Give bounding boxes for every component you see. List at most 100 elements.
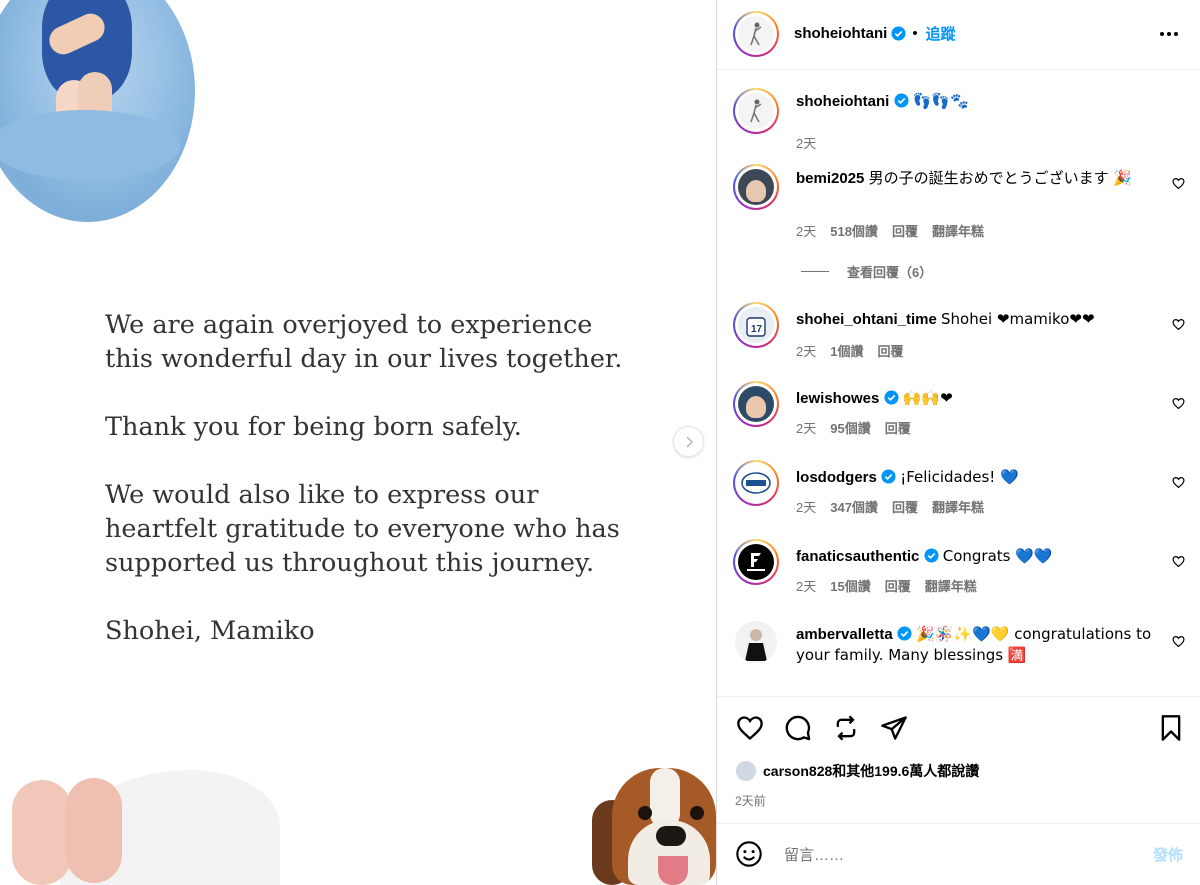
caption-meta: 2天	[796, 133, 816, 152]
comment-text: 男の子の誕生おめでとうございます 🎉	[868, 169, 1133, 187]
caption-text: 👣👣🐾	[912, 92, 969, 110]
comment-body: fanaticsauthentic Congrats 💙💙	[796, 546, 1155, 567]
comment-time[interactable]: 2天	[796, 497, 816, 516]
jersey-17-icon: 17	[746, 317, 766, 337]
person-portrait-icon	[745, 629, 767, 661]
author-username[interactable]: shoheiohtani	[794, 25, 887, 42]
comment-body: shohei_ohtani_time Shohei ❤mamiko❤❤	[796, 309, 1155, 330]
likes-summary[interactable]: carson828和其他199.6萬人都說讚	[735, 760, 979, 782]
comment-likes[interactable]: 1個讚	[830, 341, 863, 360]
comment-username[interactable]: bemi2025	[796, 170, 864, 187]
verified-badge-icon	[893, 93, 909, 108]
heart-icon	[1172, 178, 1185, 190]
baby-feet-photo	[0, 750, 280, 885]
baseball-player-icon	[750, 99, 762, 123]
comment-input[interactable]	[784, 842, 1114, 868]
like-comment-button[interactable]	[1172, 397, 1185, 415]
comment-bubble-icon	[785, 715, 811, 741]
caption-signature: Shohei, Mamiko	[105, 616, 315, 646]
comment-composer: 發佈	[717, 823, 1200, 885]
likes-summary-text: carson828和其他199.6萬人都說讚	[763, 763, 980, 779]
heart-icon	[737, 716, 763, 741]
caption-body: shoheiohtani 👣👣🐾	[796, 91, 1155, 112]
commenter-avatar[interactable]: 17	[733, 302, 779, 348]
post-actions: carson828和其他199.6萬人都說讚 2天前	[717, 696, 1200, 823]
comment-item: losdodgers ¡Felicidades! 💙 2天 347個讚 回覆 翻…	[717, 460, 1200, 522]
reply-button[interactable]: 回覆	[892, 497, 918, 516]
more-options-button[interactable]	[1159, 24, 1179, 49]
like-comment-button[interactable]	[1172, 555, 1185, 573]
comment-text: Congrats 💙💙	[942, 547, 1053, 565]
comment-text: Shohei ❤mamiko❤❤	[941, 310, 1095, 328]
comment-likes[interactable]: 347個讚	[830, 497, 878, 516]
reply-button[interactable]: 回覆	[885, 418, 911, 437]
commenter-avatar[interactable]	[735, 621, 777, 663]
comment-username[interactable]: ambervalletta	[796, 626, 893, 643]
comment-meta: 2天 1個讚 回覆	[796, 341, 903, 360]
heart-icon	[1172, 556, 1185, 568]
post-comment-button[interactable]: 發佈	[1153, 844, 1183, 865]
reply-button[interactable]: 回覆	[892, 221, 918, 240]
caption-time[interactable]: 2天	[796, 133, 816, 152]
comment-username[interactable]: shoheiohtani	[796, 93, 889, 110]
verified-badge-icon	[897, 626, 912, 641]
like-button[interactable]	[735, 714, 765, 747]
emoji-button[interactable]	[735, 840, 763, 873]
like-comment-button[interactable]	[1172, 177, 1185, 195]
next-slide-button[interactable]	[673, 426, 704, 457]
comment-body: ambervalletta 🎉🪅✨💙💛 congratulations to y…	[796, 624, 1155, 666]
like-comment-button[interactable]	[1172, 318, 1185, 336]
comment-text: 🙌🙌❤	[902, 389, 953, 407]
verified-badge-icon	[881, 469, 896, 484]
comment-likes[interactable]: 15個讚	[830, 576, 870, 595]
comment-item: ambervalletta 🎉🪅✨💙💛 congratulations to y…	[717, 619, 1200, 696]
caption-paragraph: We would also like to express our heartf…	[105, 480, 620, 578]
translate-button[interactable]: 翻譯年糕	[925, 576, 977, 595]
post-header: shoheiohtani • 追蹤	[717, 0, 1200, 70]
comment-meta: 2天 518個讚 回覆 翻譯年糕	[796, 221, 984, 240]
author-avatar[interactable]	[733, 11, 779, 57]
dog-photo	[592, 760, 716, 885]
save-button[interactable]	[1157, 714, 1185, 747]
share-button[interactable]	[879, 714, 909, 747]
comment-username[interactable]: fanaticsauthentic	[796, 548, 919, 565]
comment-username[interactable]: losdodgers	[796, 469, 877, 486]
verified-badge-icon	[924, 548, 939, 563]
view-replies-label: 查看回覆（6）	[847, 265, 933, 280]
comment-item: fanaticsauthentic Congrats 💙💙 2天 15個讚 回覆…	[717, 539, 1200, 601]
comment-button[interactable]	[783, 714, 813, 747]
author-avatar[interactable]	[733, 88, 779, 134]
view-replies-button[interactable]: 查看回覆（6）	[801, 262, 932, 281]
comment-time[interactable]: 2天	[796, 418, 816, 437]
comment-time[interactable]: 2天	[796, 221, 816, 240]
commenter-avatar[interactable]	[733, 164, 779, 210]
reply-button[interactable]: 回覆	[885, 576, 911, 595]
post-caption: shoheiohtani 👣👣🐾 2天	[717, 82, 1200, 151]
caption-paragraph: Thank you for being born safely.	[105, 412, 522, 442]
like-comment-button[interactable]	[1172, 476, 1185, 494]
dodgers-logo-icon	[741, 472, 771, 494]
commenter-avatar[interactable]	[733, 460, 779, 506]
commenter-avatar[interactable]	[733, 381, 779, 427]
reply-button[interactable]: 回覆	[877, 341, 903, 360]
svg-text:17: 17	[751, 324, 763, 335]
follow-button[interactable]: 追蹤	[926, 23, 956, 44]
post-timestamp[interactable]: 2天前	[735, 792, 766, 809]
translate-button[interactable]: 翻譯年糕	[932, 497, 984, 516]
translate-button[interactable]: 翻譯年糕	[932, 221, 984, 240]
repost-button[interactable]	[831, 714, 861, 747]
comment-item: lewishowes 🙌🙌❤ 2天 95個讚 回覆	[717, 381, 1200, 443]
comment-body: bemi2025 男の子の誕生おめでとうございます 🎉	[796, 168, 1155, 189]
fanatics-logo-icon	[747, 553, 765, 571]
repost-icon	[836, 715, 856, 741]
comment-username[interactable]: lewishowes	[796, 390, 879, 407]
comment-username[interactable]: shohei_ohtani_time	[796, 311, 937, 328]
like-comment-button[interactable]	[1172, 635, 1185, 653]
comment-likes[interactable]: 518個讚	[830, 221, 878, 240]
comment-item: 17 shohei_ohtani_time Shohei ❤mamiko❤❤ 2…	[717, 302, 1200, 364]
commenter-avatar[interactable]	[733, 539, 779, 585]
paper-plane-icon	[881, 716, 907, 740]
comment-time[interactable]: 2天	[796, 341, 816, 360]
comment-likes[interactable]: 95個讚	[830, 418, 870, 437]
comment-time[interactable]: 2天	[796, 576, 816, 595]
